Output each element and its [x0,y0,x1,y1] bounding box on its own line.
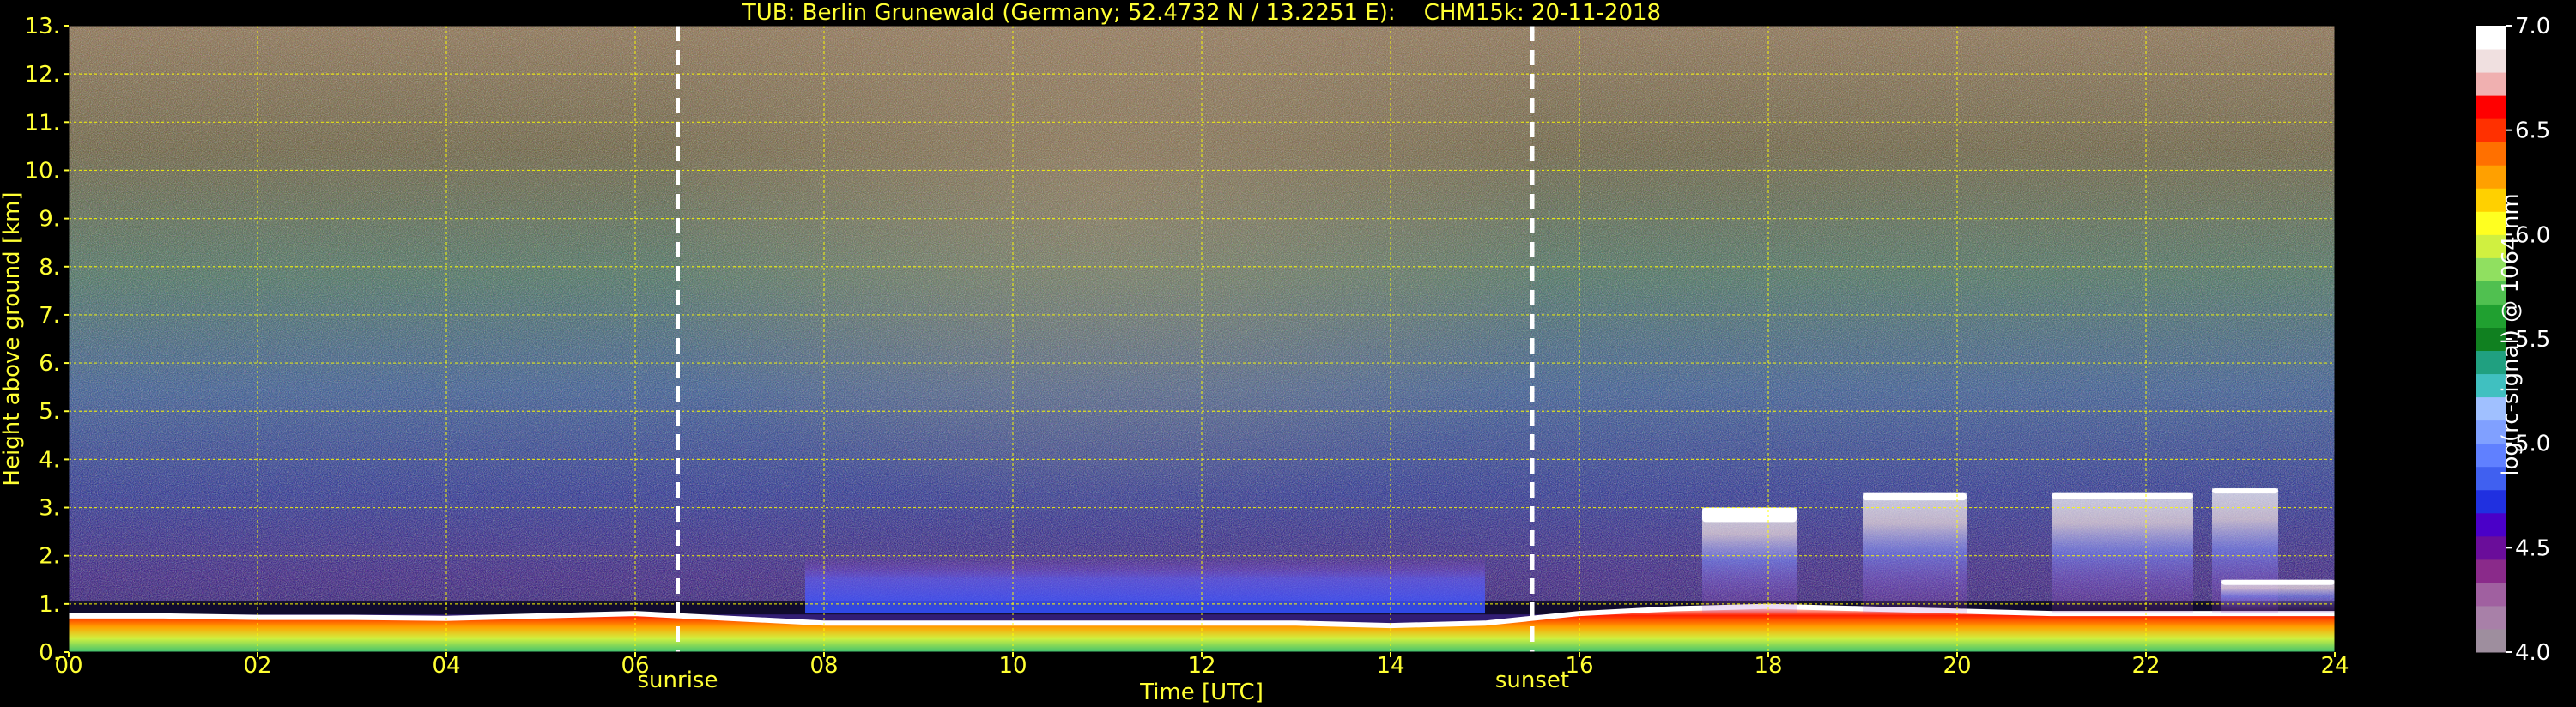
x-tick-label: 10 [998,653,1027,679]
colorbar-tick-label: 4.5 [2515,535,2550,561]
y-tick-label: 11. [25,110,60,136]
cloud-top [2212,488,2278,494]
y-tick-label: 7. [39,303,60,329]
x-tick-label: 16 [1565,653,1593,679]
colorbar-segment [2476,142,2506,166]
colorbar-segment [2476,95,2506,119]
y-tick-label: 1. [39,592,60,618]
x-axis-label: Time [UTC] [1139,680,1264,705]
y-tick-label: 10. [25,158,60,184]
y-tick-label: 0. [39,640,60,666]
x-tick-label: 14 [1376,653,1404,679]
x-tick-label: 08 [809,653,838,679]
x-tick-label: 06 [621,653,649,679]
y-tick-label: 8. [39,255,60,281]
x-tick-label: 04 [432,653,460,679]
colorbar-segment [2476,582,2506,607]
colorbar-tick-label: 4.0 [2515,640,2550,666]
cloud-top [1702,507,1797,523]
colorbar-label: log(rc-signal) @ 1064 nm [2498,193,2524,475]
colorbar-tick-label: 7.0 [2515,14,2550,39]
cloud-top [1863,492,1967,501]
x-tick-label: 02 [243,653,271,679]
y-tick-label: 13. [25,14,60,39]
y-tick-label: 12. [25,62,60,88]
marker-label-sunrise: sunrise [638,668,718,693]
colorbar-segment [2476,118,2506,142]
colorbar-segment [2476,605,2506,630]
y-tick-label: 4. [39,447,60,473]
marker-label-sunset: sunset [1495,668,1569,693]
cloud-column [1702,507,1797,614]
x-tick-label: 12 [1187,653,1215,679]
x-tick-label: 22 [2131,653,2160,679]
cloud-column [2052,492,2193,614]
y-tick-label: 3. [39,496,60,522]
x-tick-label: 24 [2320,653,2349,679]
cloud-top [2221,579,2335,585]
x-tick-label: 20 [1943,653,1971,679]
colorbar-tick-label: 6.5 [2515,118,2550,144]
colorbar-segment [2476,26,2506,50]
colorbar-segment [2476,49,2506,73]
cloud-column [1863,492,1967,614]
x-tick-label: 18 [1754,653,1782,679]
y-tick-label: 5. [39,399,60,425]
cloud-top [2052,492,2193,499]
y-tick-label: 6. [39,351,60,377]
colorbar-segment [2476,165,2506,189]
y-tick-label: 2. [39,544,60,570]
y-axis-label: Height above ground [km] [0,191,25,486]
colorbar-segment [2476,512,2506,537]
colorbar-segment [2476,559,2506,583]
y-tick-label: 9. [39,207,60,233]
colorbar-segment [2476,535,2506,560]
aerosol-layer [805,555,1485,614]
colorbar-segment [2476,72,2506,96]
ceilometer-chart: sunrise sunset 00 02 04 06 08 10 12 14 16 18 20 22 24… [0,0,2550,705]
colorbar-segment [2476,628,2506,653]
chart-title: TUB: Berlin Grunewald (Germany; 52.4732 … [742,0,1661,26]
colorbar-segment [2476,489,2506,514]
